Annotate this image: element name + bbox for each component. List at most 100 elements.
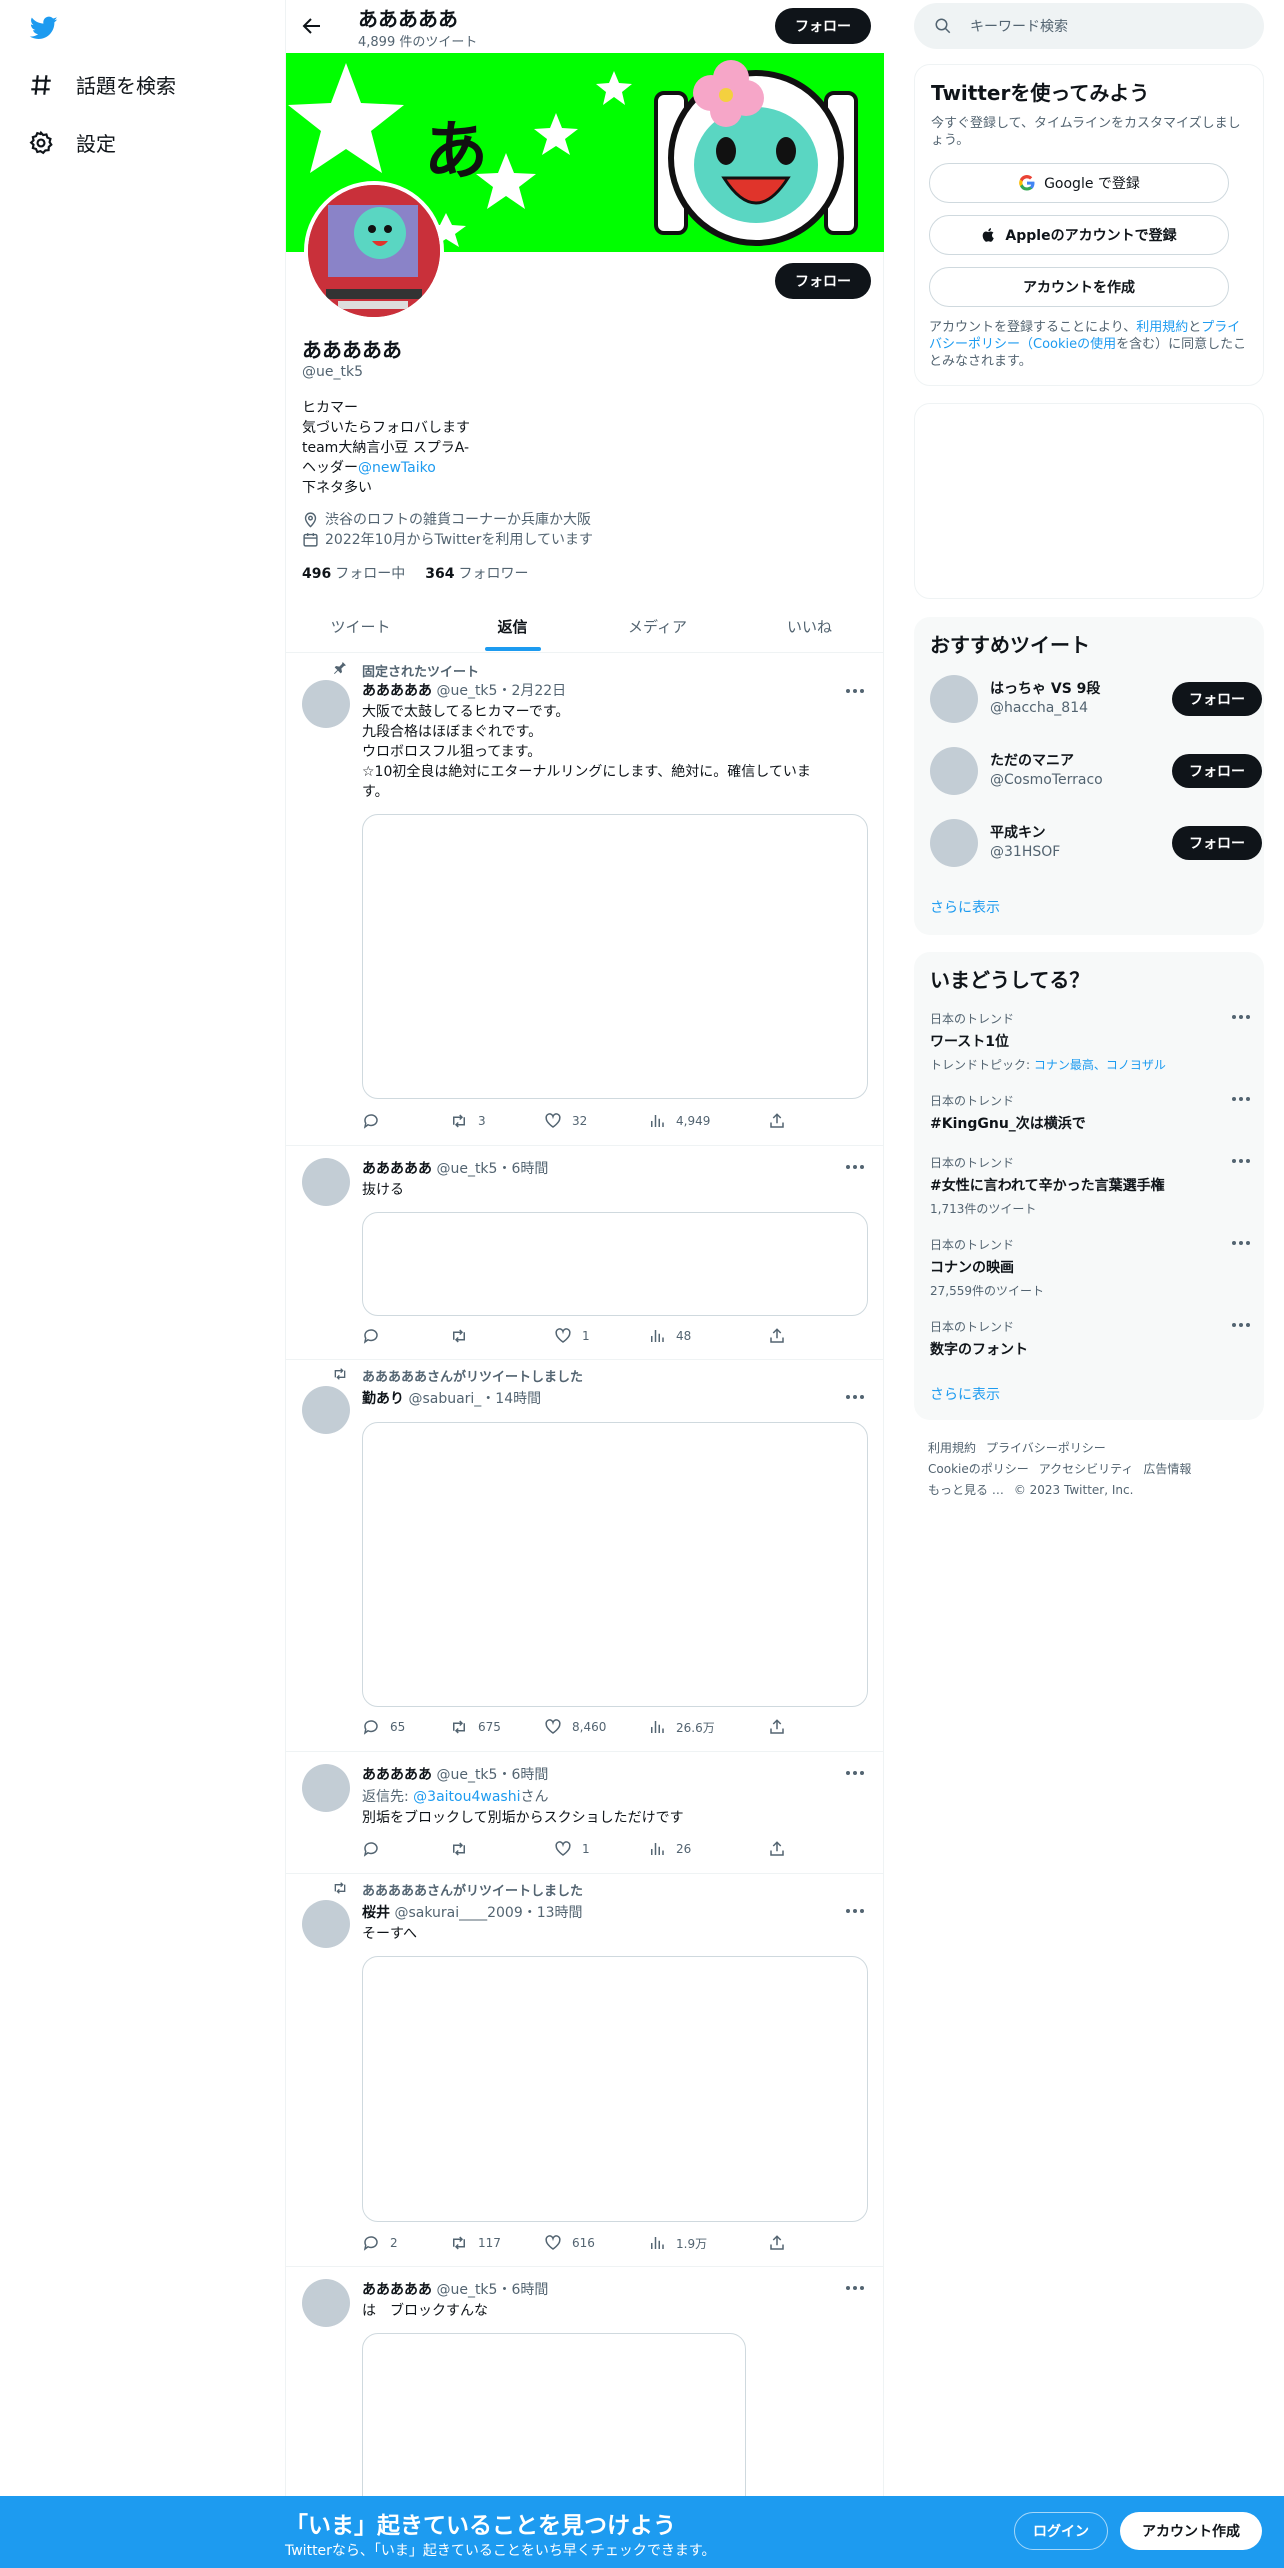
retweet-button[interactable] <box>450 1327 478 1345</box>
tweet-avatar[interactable] <box>302 680 350 728</box>
twitter-logo-icon[interactable] <box>28 14 60 42</box>
more-icon[interactable] <box>1230 1010 1252 1024</box>
tweet-avatar[interactable] <box>302 1900 350 1948</box>
retweet-button[interactable]: 675 <box>450 1718 501 1736</box>
footer-accessibility-link[interactable]: アクセシビリティ <box>1039 1462 1134 1476</box>
nav-explore[interactable]: 話題を検索 <box>28 70 176 99</box>
retweet-button[interactable] <box>450 1840 478 1858</box>
tweet-avatar[interactable] <box>302 1158 350 1206</box>
tweet-author-name[interactable]: あああああ <box>362 2282 432 2298</box>
tweet-author-name[interactable]: 桜井 <box>362 1905 390 1921</box>
footer-privacy-link[interactable]: プライバシーポリシー <box>986 1441 1106 1455</box>
like-button[interactable]: 616 <box>544 2234 595 2252</box>
privacy-link[interactable]: バシーポリシー（Cookieの使用 <box>929 337 1116 352</box>
terms-link[interactable]: 利用規約 <box>1136 320 1188 335</box>
retweet-button[interactable]: 3 <box>450 1112 486 1130</box>
share-button[interactable] <box>768 2234 786 2252</box>
like-button[interactable]: 1 <box>554 1840 590 1858</box>
google-signup-button[interactable]: Google で登録 <box>929 163 1229 203</box>
more-icon[interactable] <box>844 1904 866 1918</box>
reply-button[interactable]: 65 <box>362 1718 405 1736</box>
recommended-user[interactable]: 平成キン @31HSOF フォロー <box>930 819 1262 869</box>
tab-media[interactable]: メディア <box>583 600 732 653</box>
tweet-author-name[interactable]: あああああ <box>362 683 432 699</box>
tweet[interactable]: 固定されたツイート あああああ @ue_tk5・2月22日 大阪で太鼓してるヒカ… <box>286 654 884 1146</box>
follow-button[interactable]: フォロー <box>1172 682 1262 716</box>
like-button[interactable]: 1 <box>554 1327 590 1345</box>
tweet-author-name[interactable]: あああああ <box>362 1161 432 1177</box>
more-icon[interactable] <box>1230 1236 1252 1250</box>
recommended-show-more[interactable]: さらに表示 <box>930 897 1000 917</box>
reply-to-handle-link[interactable]: @3aitou4washi <box>413 1789 520 1805</box>
footer-terms-link[interactable]: 利用規約 <box>928 1441 976 1455</box>
tab-likes[interactable]: いいね <box>735 600 884 653</box>
retweeted-by-label[interactable]: あああああさんがリツイートしました <box>362 1880 583 1899</box>
more-icon[interactable] <box>844 1766 866 1780</box>
signup-button[interactable]: アカウント作成 <box>1120 2512 1262 2550</box>
more-icon[interactable] <box>1230 1092 1252 1106</box>
bio-mention-link[interactable]: @newTaiko <box>358 460 436 476</box>
tweet-avatar[interactable] <box>302 1764 350 1812</box>
follow-button[interactable]: フォロー <box>1172 826 1262 860</box>
login-button[interactable]: ログイン <box>1014 2512 1108 2550</box>
retweet-button[interactable]: 117 <box>450 2234 501 2252</box>
trend-topic-link[interactable]: コナン最高、コノヨザル <box>1034 1058 1166 1072</box>
tab-replies[interactable]: 返信 <box>438 600 587 653</box>
share-button[interactable] <box>768 1718 786 1736</box>
header-follow-button[interactable]: フォロー <box>775 8 871 44</box>
reply-button[interactable]: 2 <box>362 2234 398 2252</box>
following-link[interactable]: 496 フォロー中 <box>302 563 405 583</box>
avatar[interactable] <box>930 675 978 723</box>
views-button[interactable]: 48 <box>648 1327 691 1345</box>
reply-button[interactable] <box>362 1112 390 1130</box>
more-icon[interactable] <box>844 2281 866 2295</box>
tweet-avatar[interactable] <box>302 1386 350 1434</box>
privacy-link[interactable]: プライ <box>1201 320 1240 335</box>
trends-show-more[interactable]: さらに表示 <box>930 1384 1000 1404</box>
tweet-author-name[interactable]: 勤あり <box>362 1391 404 1407</box>
profile-avatar[interactable] <box>304 181 444 321</box>
tweet[interactable]: あああああさんがリツイートしました 桜井 @sakurai____2009・13… <box>286 1874 884 2267</box>
apple-signup-button[interactable]: Appleのアカウントで登録 <box>929 215 1229 255</box>
recommended-user[interactable]: ただのマニア @CosmoTerraco フォロー <box>930 747 1262 797</box>
views-button[interactable]: 4,949 <box>648 1112 710 1130</box>
reply-button[interactable] <box>362 1840 390 1858</box>
tweet-media[interactable] <box>362 1212 868 1316</box>
retweeted-by-label[interactable]: あああああさんがリツイートしました <box>362 1366 583 1385</box>
like-button[interactable]: 32 <box>544 1112 587 1130</box>
tweet-media[interactable] <box>362 1956 868 2222</box>
tweet[interactable]: あああああ @ue_tk5・6時間 は ブロックすんな <box>286 2267 884 2533</box>
tab-tweets[interactable]: ツイート <box>286 600 435 653</box>
trend-item[interactable]: 日本のトレンド 数字のフォント <box>930 1318 1250 1359</box>
recommended-user[interactable]: はっちゃ VS 9段 @haccha_814 フォロー <box>930 675 1262 725</box>
tweet-avatar[interactable] <box>302 2279 350 2327</box>
more-icon[interactable] <box>1230 1318 1252 1332</box>
create-account-button[interactable]: アカウントを作成 <box>929 267 1229 307</box>
search-input[interactable]: キーワード検索 <box>914 3 1264 49</box>
more-icon[interactable] <box>1230 1154 1252 1168</box>
tweet-media[interactable] <box>362 1422 868 1707</box>
share-button[interactable] <box>768 1112 786 1130</box>
more-icon[interactable] <box>844 1390 866 1404</box>
more-icon[interactable] <box>844 684 866 698</box>
tweet[interactable]: あああああ @ue_tk5・6時間 返信先: @3aitou4washiさん 別… <box>286 1752 884 1874</box>
nav-settings[interactable]: 設定 <box>28 128 116 157</box>
trend-item[interactable]: 日本のトレンド #女性に言われて辛かった言葉選手権 1,713件のツイート <box>930 1154 1250 1217</box>
footer-cookie-link[interactable]: Cookieのポリシー <box>928 1462 1029 1476</box>
trend-item[interactable]: 日本のトレンド ワースト1位 トレンドトピック: コナン最高、コノヨザル <box>930 1010 1250 1073</box>
views-button[interactable]: 26.6万 <box>648 1718 715 1736</box>
views-button[interactable]: 1.9万 <box>648 2234 707 2252</box>
avatar[interactable] <box>930 747 978 795</box>
trend-item[interactable]: 日本のトレンド コナンの映画 27,559件のツイート <box>930 1236 1250 1299</box>
share-button[interactable] <box>768 1840 786 1858</box>
trend-item[interactable]: 日本のトレンド #KingGnu_次は横浜で <box>930 1092 1250 1133</box>
tweet-media[interactable] <box>362 814 868 1099</box>
like-button[interactable]: 8,460 <box>544 1718 606 1736</box>
profile-follow-button[interactable]: フォロー <box>775 263 871 299</box>
share-button[interactable] <box>768 1327 786 1345</box>
avatar[interactable] <box>930 819 978 867</box>
more-icon[interactable] <box>844 1160 866 1174</box>
views-button[interactable]: 26 <box>648 1840 691 1858</box>
footer-ads-link[interactable]: 広告情報 <box>1143 1462 1191 1476</box>
reply-button[interactable] <box>362 1327 390 1345</box>
